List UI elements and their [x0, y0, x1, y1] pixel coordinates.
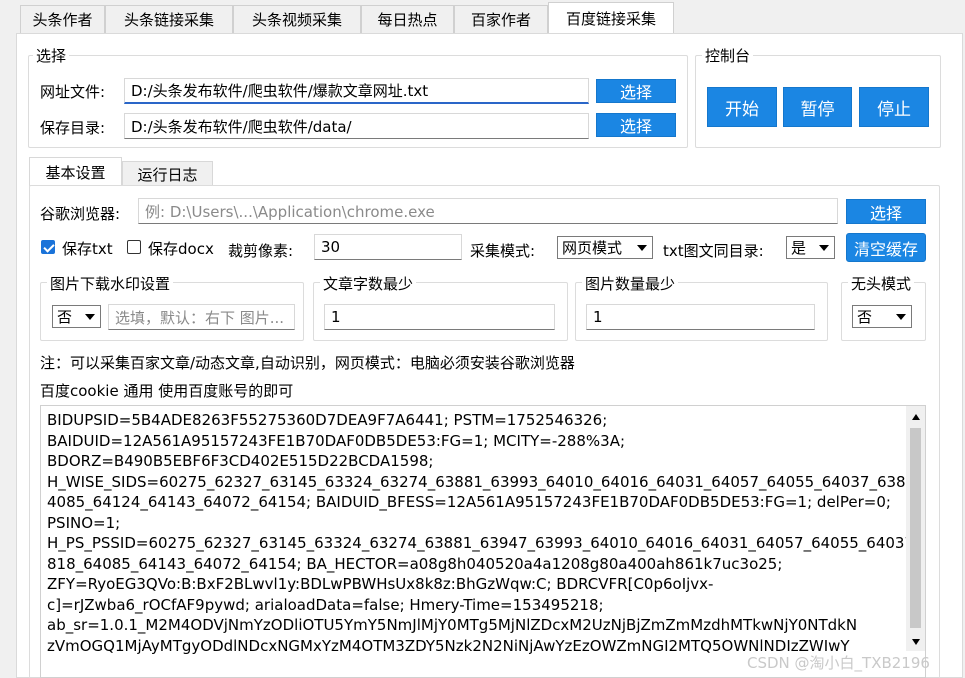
- cookie-line: ab_sr=1.0.1_M2M4ODVjNmYzODliOTU5YmY5NmJl…: [47, 616, 858, 634]
- csdn-watermark: CSDN @淘小白_TXB2196: [747, 654, 930, 672]
- crop-pixels-input[interactable]: 30: [314, 234, 462, 260]
- select-group-title: 选择: [33, 45, 70, 66]
- txt-same-dir-label: txt图文同目录:: [663, 242, 764, 260]
- save-txt-label: 保存txt: [62, 240, 113, 258]
- scroll-down-button[interactable]: [907, 633, 924, 650]
- save-dir-input[interactable]: D:/头条发布软件/爬虫软件/data/: [124, 113, 589, 139]
- main-tab-bar: 头条作者 头条链接采集 头条视频采集 每日热点 百家作者 百度链接采集: [0, 0, 965, 34]
- txt-same-dir-select[interactable]: 是: [786, 236, 835, 259]
- watermark-group-title: 图片下载水印设置: [47, 273, 174, 294]
- chevron-down-icon: [85, 313, 95, 320]
- save-docx-checkbox[interactable]: [127, 240, 141, 254]
- watermark-position-input[interactable]: 选填，默认：右下 图片...: [108, 304, 295, 330]
- cookie-line: BIDUPSID=5B4ADE8263F55275360D7DEA9F7A644…: [47, 411, 608, 429]
- stop-button[interactable]: 停止: [859, 87, 929, 127]
- cookie-line: c]=rJZwba6_rOCfAF9pywd; arialoadData=fal…: [47, 595, 604, 614]
- cookie-line: BDORZ=B490B5EBF6F3CD402E515D22BCDA1598;: [47, 452, 434, 470]
- tab-toutiao-video[interactable]: 头条视频采集: [233, 5, 361, 33]
- chevron-down-icon: [819, 244, 829, 251]
- cookie-line: 4085_64124_64143_64072_64154; BAIDUID_BF…: [47, 493, 891, 511]
- save-docx-label: 保存docx: [148, 240, 214, 258]
- tab-run-log[interactable]: 运行日志: [122, 161, 213, 186]
- tab-toutiao-author[interactable]: 头条作者: [20, 5, 105, 33]
- min-images-input[interactable]: 1: [586, 304, 815, 330]
- arrow-up-icon: [911, 413, 920, 420]
- tab-baijia-author[interactable]: 百家作者: [454, 5, 548, 33]
- watermark-select-value: 否: [57, 308, 73, 326]
- clear-cache-button[interactable]: 清空缓存: [846, 233, 926, 262]
- min-words-input[interactable]: 1: [324, 304, 555, 330]
- headless-select[interactable]: 否: [852, 305, 912, 328]
- tab-toutiao-link[interactable]: 头条链接采集: [105, 5, 233, 33]
- txt-same-dir-value: 是: [791, 239, 807, 257]
- mode-label: 采集模式:: [470, 242, 536, 260]
- chrome-label: 谷歌浏览器:: [40, 205, 121, 223]
- cookie-textarea[interactable]: BIDUPSID=5B4ADE8263F55275360D7DEA9F7A644…: [40, 405, 926, 678]
- chrome-path-input[interactable]: 例: D:\Users\...\Application\chrome.exe: [138, 198, 838, 224]
- note-text: 注：可以采集百家文章/动态文章,自动识别，网页模式：电脑必须安装谷歌浏览器: [40, 354, 575, 372]
- scroll-thumb[interactable]: [910, 428, 921, 628]
- cookie-line: BAIDUID=12A561A95157243FE1B70DAF0DB5DE53…: [47, 431, 626, 450]
- min-images-title: 图片数量最少: [582, 273, 679, 294]
- console-group-title: 控制台: [702, 45, 754, 66]
- choose-url-file-button[interactable]: 选择: [596, 79, 676, 103]
- url-file-label: 网址文件:: [40, 83, 106, 101]
- choose-chrome-button[interactable]: 选择: [846, 199, 926, 224]
- url-file-input[interactable]: D:/头条发布软件/爬虫软件/爆款文章网址.txt: [124, 78, 589, 104]
- choose-save-dir-button[interactable]: 选择: [596, 113, 676, 137]
- chevron-down-icon: [637, 244, 647, 251]
- headless-title: 无头模式: [848, 273, 915, 294]
- pause-button[interactable]: 暂停: [783, 87, 852, 127]
- arrow-down-icon: [911, 638, 920, 645]
- save-dir-label: 保存目录:: [40, 119, 106, 137]
- cookie-line: H_PS_PSSID=60275_62327_63145_63324_63274…: [47, 534, 926, 552]
- cookie-label: 百度cookie 通用 使用百度账号的即可: [40, 382, 294, 400]
- cookie-line: PSINO=1;: [47, 513, 121, 532]
- tab-daily-hot[interactable]: 每日热点: [361, 5, 454, 33]
- scroll-up-button[interactable]: [907, 408, 924, 425]
- tab-baidu-link[interactable]: 百度链接采集: [548, 2, 674, 34]
- mode-select[interactable]: 网页模式: [557, 236, 653, 259]
- chevron-down-icon: [896, 313, 906, 320]
- watermark-select[interactable]: 否: [52, 305, 101, 328]
- min-words-title: 文章字数最少: [320, 273, 417, 294]
- crop-pixels-label: 裁剪像素:: [228, 242, 294, 260]
- cookie-line: H_WISE_SIDS=60275_62327_63145_63324_6327…: [47, 472, 926, 491]
- headless-select-value: 否: [857, 308, 873, 326]
- save-txt-checkbox[interactable]: [41, 240, 55, 254]
- mode-select-value: 网页模式: [562, 239, 623, 257]
- start-button[interactable]: 开始: [707, 87, 777, 127]
- tab-basic-settings[interactable]: 基本设置: [29, 157, 122, 186]
- cookie-line: ZFY=RyoEG3QVo:B:BxF2BLwvl1y:BDLwPBWHsUx8…: [47, 575, 714, 593]
- cookie-line: 818_64085_64143_64072_64154; BA_HECTOR=a…: [47, 554, 783, 573]
- cookie-scrollbar[interactable]: [906, 406, 925, 651]
